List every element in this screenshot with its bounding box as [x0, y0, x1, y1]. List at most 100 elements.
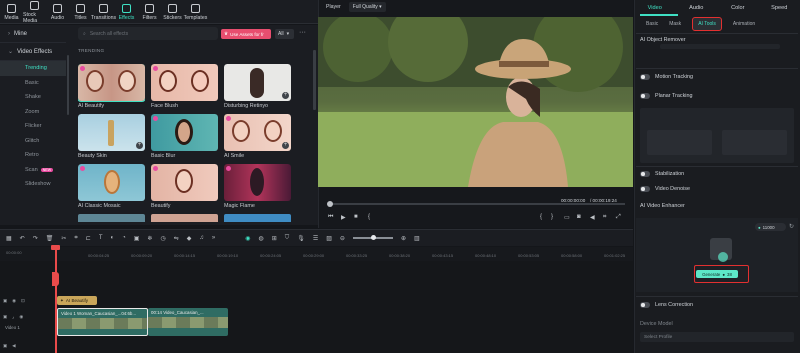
audio-icon[interactable]: ♪ [12, 315, 14, 320]
subtab-mask[interactable]: Mask [669, 21, 681, 27]
mask-icon[interactable]: ▣ [134, 235, 140, 242]
timeline-tracks[interactable] [0, 261, 633, 353]
sidebar-item-glitch[interactable]: Glitch [0, 134, 66, 149]
timeline-ruler[interactable]: 00:00:00 00:00:04:25 00:00:09:20 00:00:1… [0, 247, 633, 261]
zoom-slider[interactable] [352, 235, 393, 241]
toolbar-item-templates[interactable]: Templates [184, 0, 207, 24]
split-icon[interactable]: ✂ [61, 235, 66, 242]
image-icon[interactable]: ▨ [326, 235, 332, 242]
video-preview[interactable] [318, 17, 633, 187]
subtab-basic[interactable]: Basic [646, 21, 658, 27]
toolbar-item-transitions[interactable]: Transitions [91, 0, 116, 24]
effect-card-disturbing-retinyo[interactable]: + Disturbing Retinyo [224, 64, 291, 109]
motion-tracking-toggle[interactable] [640, 74, 650, 80]
playback-progress[interactable] [327, 201, 625, 207]
sidebar-item-flicker[interactable]: Flicker [0, 119, 66, 134]
color-icon[interactable]: ◐ [110, 235, 114, 241]
effects-scrollbar[interactable] [313, 45, 316, 225]
sidebar-item-trending[interactable]: Trending [0, 61, 66, 76]
add-icon[interactable]: + [136, 142, 143, 149]
shield-icon[interactable]: ⛉ [285, 235, 290, 242]
tab-audio[interactable]: Audio [676, 5, 718, 11]
playhead[interactable] [55, 247, 57, 353]
quality-select[interactable]: Full Quality ▾ [348, 2, 386, 12]
marker-icon[interactable]: ◍ [258, 235, 263, 242]
delete-icon[interactable]: 🗑 [46, 235, 54, 242]
previous-frame-icon[interactable]: ⏮ [328, 214, 333, 221]
more-icon[interactable]: ··· [299, 29, 306, 36]
video-clip[interactable]: Video 1 Woman_Caucasian_...04:6b... [57, 308, 148, 336]
text-icon[interactable]: T [99, 235, 103, 241]
sidebar-video-effects[interactable]: ⌄ Video Effects [0, 43, 66, 61]
filter-select[interactable]: All ▾ [275, 29, 294, 39]
effect-card-partial[interactable] [151, 214, 218, 222]
effect-card-beauty-skin[interactable]: + Beauty Skin [78, 114, 145, 159]
add-icon[interactable]: + [282, 142, 289, 149]
redo-icon[interactable]: ↷ [33, 235, 38, 242]
stabilization-toggle[interactable] [640, 171, 650, 177]
snap-icon[interactable]: ⊞ [272, 235, 277, 242]
video-denoise-toggle[interactable] [640, 186, 650, 192]
effect-card-ai-smile[interactable]: + AI Smile [224, 114, 291, 159]
more-tools-icon[interactable]: » [212, 235, 215, 241]
effect-card-basic-blur[interactable]: Basic Blur [151, 114, 218, 159]
stop-icon[interactable]: ■ [354, 214, 358, 220]
sidebar-item-zoom[interactable]: Zoom [0, 105, 66, 120]
zoom-out-icon[interactable]: ⊖ [340, 235, 345, 242]
progress-handle[interactable] [327, 201, 333, 207]
fullscreen-icon[interactable]: ⤢ [616, 214, 621, 221]
effect-card-beautify[interactable]: Beautify [151, 164, 218, 209]
effect-card-ai-classic-mosaic[interactable]: AI Classic Mosaic [78, 164, 145, 209]
toolbar-item-filters[interactable]: Filters [138, 0, 161, 24]
toolbar-item-media[interactable]: Media [0, 0, 23, 24]
tab-video[interactable]: Video [634, 5, 676, 11]
volume-icon[interactable]: ◀ [12, 343, 15, 349]
lens-correction-toggle[interactable] [640, 302, 650, 308]
timer-icon[interactable]: ◷ [160, 235, 165, 242]
freeze-icon[interactable]: ❄ [147, 235, 152, 242]
search-input[interactable]: ⌕ Search all effects [78, 27, 218, 40]
effect-card-face-blush[interactable]: Face Blush [151, 64, 218, 109]
play-icon[interactable]: ▶ [341, 214, 346, 221]
sidebar-item-shake[interactable]: Shake [0, 90, 66, 105]
keyframe-icon[interactable]: ◆ [187, 235, 192, 242]
toolbar-item-audio[interactable]: Audio [46, 0, 69, 24]
effect-card-ai-beautify[interactable]: AI Beautify [78, 64, 145, 109]
sidebar-item-scan[interactable]: Scan NEW [0, 163, 66, 178]
refresh-icon[interactable]: ↻ [789, 223, 794, 230]
eye-icon[interactable]: ◉ [19, 314, 23, 320]
mark-in-icon[interactable]: { [368, 214, 370, 220]
subtab-animation[interactable]: Animation [733, 21, 755, 27]
subtab-ai-tools[interactable]: AI Tools [692, 16, 722, 31]
mic-icon[interactable]: 🎙 [297, 235, 305, 242]
mirror-icon[interactable]: ⇋ [174, 235, 179, 242]
eye-icon[interactable]: ◉ [12, 298, 16, 304]
camera-icon[interactable]: ◙ [577, 214, 581, 220]
effect-card-partial[interactable] [78, 214, 145, 222]
use-assets-button[interactable]: ♛ Use Assets for fr [221, 29, 271, 39]
undo-icon[interactable]: ↶ [20, 235, 25, 242]
sidebar-item-retro[interactable]: Retro [0, 148, 66, 163]
crop-icon[interactable]: ⌗ [603, 214, 606, 221]
bracket-left-icon[interactable]: { [540, 214, 542, 220]
add-icon[interactable]: + [282, 92, 289, 99]
toolbar-item-effects[interactable]: Effects [115, 0, 138, 24]
crop-icon[interactable]: ⌗ [74, 235, 77, 242]
planar-tracking-toggle[interactable] [640, 93, 650, 99]
layout-icon[interactable]: ▥ [414, 235, 420, 242]
zoom-in-icon[interactable]: ⊕ [401, 235, 406, 242]
sidebar-item-slideshow[interactable]: Slideshow [0, 177, 66, 192]
toolbar-item-stock-media[interactable]: Stock Media [23, 0, 46, 24]
bracket-right-icon[interactable]: } [551, 214, 553, 220]
effect-card-partial[interactable] [224, 214, 291, 222]
list-icon[interactable]: ☰ [313, 235, 318, 242]
grid-icon[interactable]: ▦ [6, 235, 12, 242]
tab-color[interactable]: Color [717, 5, 759, 11]
device-model-select[interactable]: Select Profile [640, 332, 794, 342]
generate-button[interactable]: Generate ● 38 [696, 270, 738, 278]
trim-icon[interactable]: ⊏ [86, 235, 91, 242]
volume-icon[interactable]: ◀ [590, 214, 595, 221]
sidebar-mine[interactable]: › Mine [0, 25, 66, 43]
toolbar-item-stickers[interactable]: Stickers [161, 0, 184, 24]
ripple-icon[interactable]: ◉ [245, 235, 250, 242]
